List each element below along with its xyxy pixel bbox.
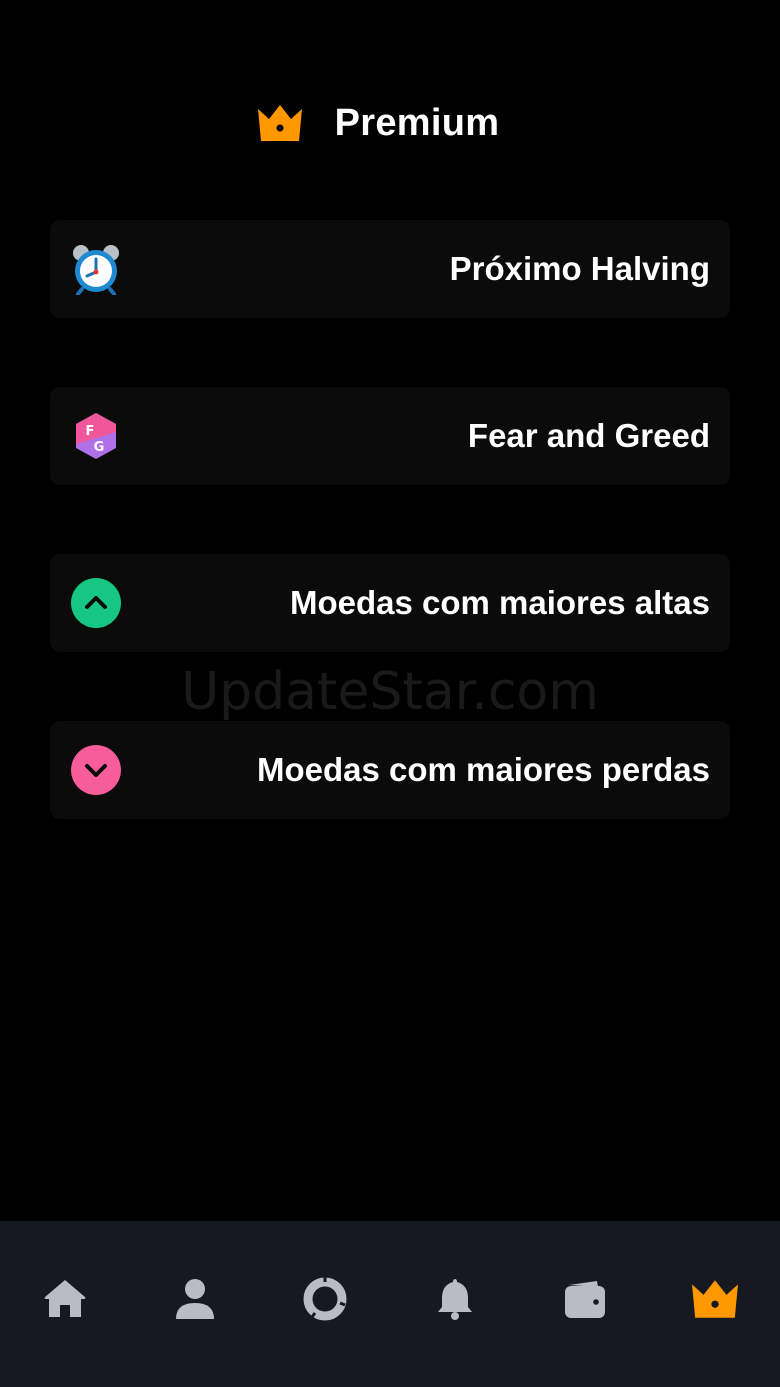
bell-icon [438,1279,472,1320]
wallet-icon [565,1281,605,1318]
menu-item-label: Moedas com maiores altas [289,584,710,621]
home-icon [44,1280,86,1317]
menu-item-top-gainers[interactable]: Moedas com maiores altas [50,554,730,652]
user-icon [176,1279,214,1319]
crown-icon [257,105,302,141]
nav-home[interactable] [33,1267,97,1331]
nav-premium[interactable] [683,1267,747,1331]
page-title: Premium [334,101,500,144]
crown-icon [692,1280,738,1318]
premium-screen: Premium Próximo Halving F G Fear and Gre… [0,0,780,1387]
chevron-up-circle-icon [70,577,122,629]
menu-item-label: Próximo Halving [449,250,710,287]
nav-portfolio[interactable] [293,1267,357,1331]
pie-chart-icon [303,1277,347,1321]
menu-item-next-halving[interactable]: Próximo Halving [50,220,730,318]
premium-menu: Próximo Halving F G Fear and Greed Moeda… [50,220,730,888]
fear-greed-icon: F G [70,410,122,462]
alarm-clock-icon [70,243,122,295]
menu-item-label: Fear and Greed [467,417,710,454]
greed-letter: G [94,440,105,455]
nav-notifications[interactable] [423,1267,487,1331]
page-header: Premium [0,90,780,156]
fear-letter: F [86,424,95,439]
menu-item-label: Moedas com maiores perdas [256,751,710,788]
menu-item-fear-and-greed[interactable]: F G Fear and Greed [50,387,730,485]
chevron-down-circle-icon [70,744,122,796]
nav-wallet[interactable] [553,1267,617,1331]
menu-item-top-losers[interactable]: Moedas com maiores perdas [50,721,730,819]
nav-profile[interactable] [163,1267,227,1331]
bottom-nav [0,1221,780,1387]
